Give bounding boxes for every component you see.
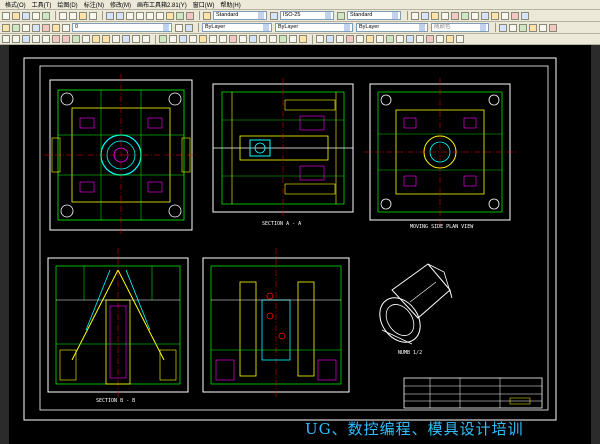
part-label: NUMB 1/2 [398,350,423,356]
moving-side-label: MOVING SIDE PLAN VIEW [410,224,474,230]
title-block [403,377,543,409]
watermark-text: UG、数控编程、模具设计培训 [305,420,524,438]
section-b-b-view [47,248,189,398]
section-a-a-label: SECTION A - A [262,221,302,227]
drawing-frame [23,57,557,421]
moving-side-plan-view [364,78,516,226]
section-c-view [202,248,350,398]
section-b-b-label: SECTION B - B [96,398,136,404]
part-isometric-view [379,263,453,345]
drawing-border [39,65,549,411]
section-a-a-view [212,78,354,218]
cad-application-window: 格式(O) 工具(T) 绘图(D) 标注(N) 修改(M) 画布工具箱2.81(… [0,0,600,444]
top-plan-view [44,74,198,236]
